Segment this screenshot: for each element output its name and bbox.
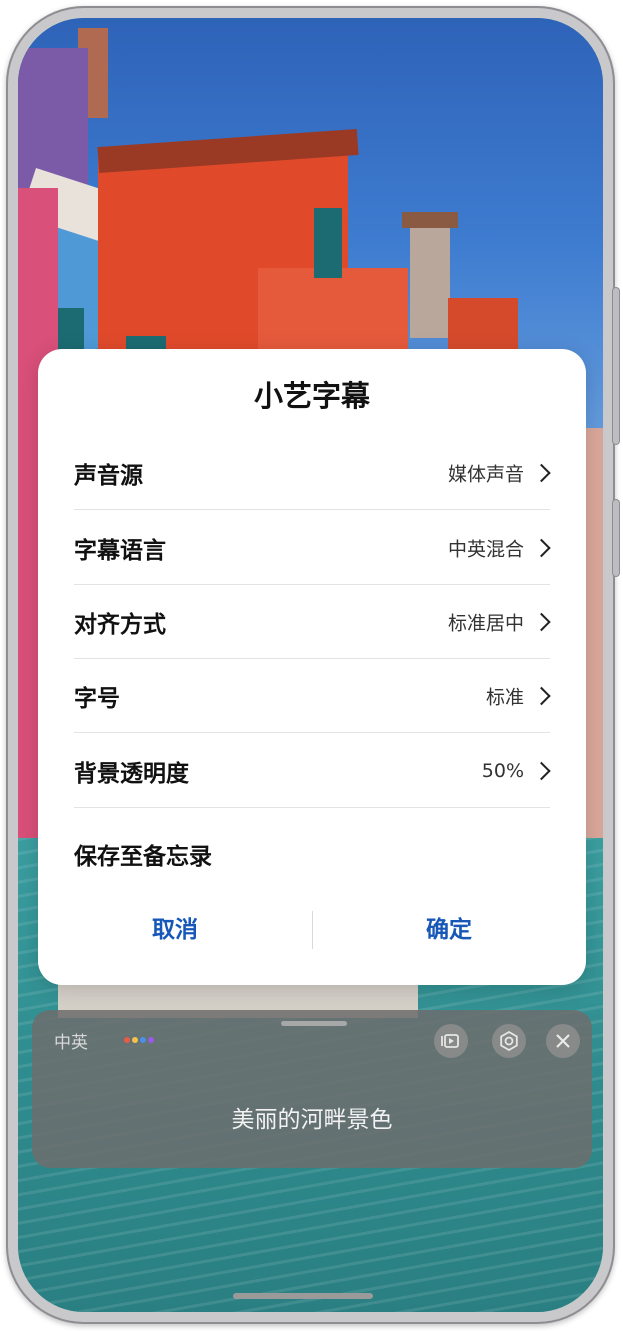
drag-handle[interactable] xyxy=(281,1021,347,1026)
live-caption-panel: 中英 美丽的河畔景色 xyxy=(32,1010,592,1168)
setting-value: 标准 xyxy=(485,686,524,709)
setting-row-background-opacity[interactable]: 背景透明度 50% xyxy=(74,734,551,808)
settings-gear-icon[interactable] xyxy=(492,1024,526,1058)
dialog-title: 小艺字幕 xyxy=(253,379,370,413)
wallpaper-chimney-cap xyxy=(402,212,458,228)
save-to-notes-option[interactable]: 保存至备忘录 xyxy=(74,817,550,891)
setting-row-font-size[interactable]: 字号 标准 xyxy=(74,659,551,733)
wallpaper-chimney xyxy=(410,218,450,338)
save-to-notes-label: 保存至备忘录 xyxy=(74,844,212,870)
chevron-right-icon xyxy=(532,612,551,632)
chevron-right-icon xyxy=(532,686,551,706)
voice-assistant-icon xyxy=(124,1035,154,1045)
row-divider xyxy=(74,807,550,808)
setting-label: 字号 xyxy=(74,686,120,712)
home-indicator[interactable] xyxy=(233,1293,373,1299)
volume-button xyxy=(613,288,619,444)
setting-row-subtitle-language[interactable]: 字幕语言 中英混合 xyxy=(74,511,551,585)
close-icon[interactable] xyxy=(546,1024,580,1058)
chevron-right-icon xyxy=(532,463,551,483)
row-divider xyxy=(74,509,550,510)
live-subtitle-text: 美丽的河畔景色 xyxy=(231,1107,393,1133)
setting-value: 媒体声音 xyxy=(447,463,524,486)
chevron-right-icon xyxy=(532,538,551,558)
setting-value: 50% xyxy=(481,760,524,782)
setting-row-sound-source[interactable]: 声音源 媒体声音 xyxy=(74,436,551,510)
setting-label: 声音源 xyxy=(74,463,143,489)
setting-row-alignment[interactable]: 对齐方式 标准居中 xyxy=(74,585,551,659)
wallpaper-window xyxy=(314,208,342,278)
subtitle-settings-dialog: 小艺字幕 声音源 媒体声音 字幕语言 中英混合 对齐方式 标准居中 字号 标准 … xyxy=(38,349,586,985)
setting-value: 标准居中 xyxy=(447,612,524,635)
setting-value: 中英混合 xyxy=(447,538,524,561)
chevron-right-icon xyxy=(532,761,551,781)
power-button xyxy=(613,500,619,576)
setting-label: 背景透明度 xyxy=(74,761,189,787)
setting-label: 对齐方式 xyxy=(74,612,166,638)
display-switch-icon[interactable] xyxy=(434,1024,468,1058)
confirm-button[interactable]: 确定 xyxy=(312,905,586,955)
caption-language-label[interactable]: 中英 xyxy=(54,1028,88,1053)
row-divider xyxy=(74,732,550,733)
cancel-button[interactable]: 取消 xyxy=(38,905,312,955)
setting-label: 字幕语言 xyxy=(74,538,166,564)
